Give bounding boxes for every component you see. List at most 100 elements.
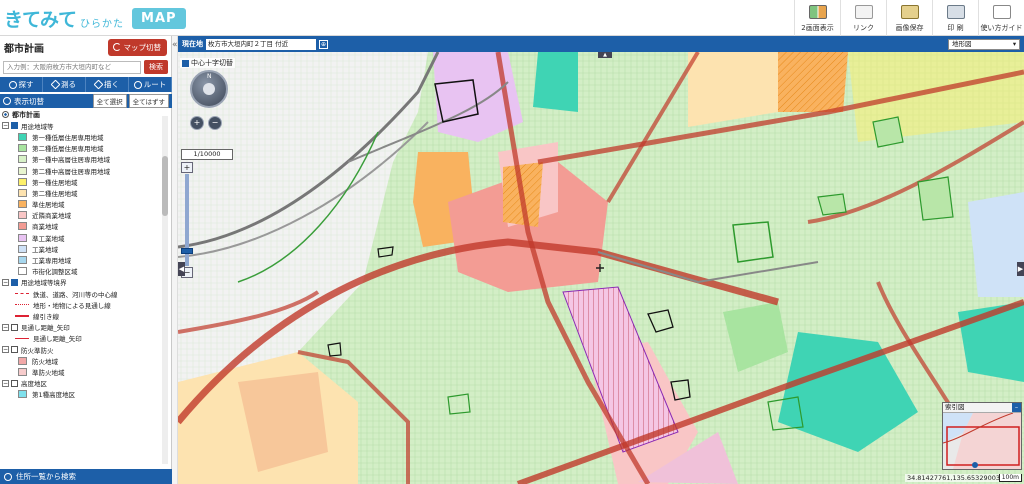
map-location-bar: 現在地 枚方市大垣内町２丁目 付近 ⊕ 地形図 ▾ [178,36,1024,52]
layer-checkbox[interactable] [11,122,18,130]
zoom-in-button[interactable]: + [181,162,193,173]
tree-collapse-icon[interactable]: − [2,122,9,130]
legend-item-label: 第二種中高層住居専用地域 [32,167,110,176]
legend-body: − 用途地域等 第一種低層住居専用地域 第二種低層住居専用地域 第一種中高層住居専用地域… [2,120,160,400]
search-tool-button[interactable]: 探す [0,77,43,92]
legend-item-label: 工業地域 [32,245,58,254]
legend-item: 工業専用地域 [2,254,160,265]
address-search-button[interactable]: 検索 [144,60,168,74]
search-icon [8,80,17,89]
legend-scroll-thumb[interactable] [162,156,168,216]
address-search-input[interactable] [3,60,141,74]
basemap-select[interactable]: 地形図 ▾ [948,38,1020,50]
legend-group-title: 用途地域等 [21,122,54,131]
double-chevron-left-icon: « [172,40,178,50]
center-cross-label: 中心十字切替 [191,59,233,67]
legend-item: 第二種低層住居専用地域 [2,143,160,154]
link-button[interactable]: リンク [840,0,886,36]
measure-tool-button[interactable]: 測る [43,77,86,92]
legend-item-label: 準防火地域 [32,368,65,377]
map-layer [178,52,1024,484]
pan-left-arrow-icon[interactable]: ◀ [178,262,185,276]
layer-checkbox[interactable] [11,379,18,387]
tree-collapse-icon[interactable]: − [2,379,9,387]
map-canvas[interactable]: 中心十字切替 ▲ N + − 1/10000 + − ◀ ▶ 索引図 – 34.… [178,52,1024,484]
legend-color-swatch [18,144,27,153]
legend-color-swatch [18,244,27,253]
north-label: N [207,73,212,80]
guide-button[interactable]: 使い方ガイド [978,0,1024,36]
legend-color-swatch [18,367,27,376]
tree-collapse-icon[interactable]: − [2,346,9,354]
current-location-label: 現在地 [182,40,203,48]
tree-collapse-icon[interactable]: − [2,278,9,286]
legend-group[interactable]: − 見通し距離_矢印 [2,322,160,333]
tree-collapse-icon[interactable]: − [2,323,9,331]
pan-right-arrow-icon[interactable]: ▶ [1017,262,1024,276]
legend-item: 商業地域 [2,221,160,232]
route-tool-button[interactable]: ルート [129,77,172,92]
guide-label: 使い方ガイド [980,24,1023,32]
logo-sub-text: ひらかた [80,18,125,30]
legend-line-swatch [15,304,29,306]
image-save-button[interactable]: 画像保存 [886,0,932,36]
legend-item-label: 第二種住居地域 [32,189,78,198]
print-button[interactable]: 印 刷 [932,0,978,36]
pan-up-arrow-icon[interactable]: ▲ [598,52,612,58]
overview-map-title: 索引図 [945,403,965,411]
legend-item-label: 近隣商業地域 [32,212,71,221]
legend-group-title: 見通し距離_矢印 [21,324,70,333]
gear-icon [3,97,11,105]
legend-root[interactable]: 都市計画 [2,109,160,120]
legend-scrollbar[interactable] [162,116,168,464]
map-switch-button[interactable]: マップ切替 [107,38,167,56]
overview-map[interactable]: 索引図 – [942,402,1022,470]
compass-center-icon [203,83,215,95]
legend-group[interactable]: − 高度地区 [2,378,160,389]
image-save-label: 画像保存 [895,24,924,32]
select-all-button[interactable]: 全て選択 [92,94,127,108]
zoom-slider[interactable]: + − [181,162,193,278]
legend-item: 準住居地域 [2,199,160,210]
layer-checkbox[interactable] [11,323,18,331]
zoom-out-magnifier-icon[interactable]: − [208,116,222,130]
legend-group-title: 用途地域等境界 [21,279,67,288]
pan-navigation-control[interactable]: N [190,70,228,108]
legend-item: 第一種中高層住居専用地域 [2,154,160,165]
app-logo[interactable]: きてみて ひらかた MAP [4,4,186,32]
legend-color-swatch [18,233,27,242]
layer-checkbox[interactable] [11,346,18,354]
zoom-in-magnifier-icon[interactable]: + [190,116,204,130]
zoom-slider-knob[interactable] [181,248,193,254]
legend-item: 工業地域 [2,243,160,254]
print-label: 印 刷 [947,24,964,32]
legend-item-label: 鉄道、道路、河川等の中心線 [33,290,118,299]
legend-group-title: 高度地区 [21,380,47,389]
measure-tool-label: 測る [61,80,76,89]
legend-item: 第一種低層住居専用地域 [2,131,160,142]
legend-item: 準工業地域 [2,232,160,243]
legend-item: 第二種中高層住居専用地域 [2,165,160,176]
legend-group[interactable]: − 用途地域等境界 [2,277,160,288]
locate-icon[interactable]: ⊕ [319,39,328,49]
refresh-icon [112,43,121,51]
legend-group[interactable]: − 用途地域等 [2,120,160,131]
legend-color-swatch [18,390,27,399]
legend-group[interactable]: − 防火準防火 [2,344,160,355]
center-cross-checkbox[interactable] [182,59,189,67]
legend-item: 第一種住居地域 [2,176,160,187]
dual-screen-button[interactable]: 2画面表示 [794,0,840,36]
minimize-icon[interactable]: – [1012,403,1021,412]
pen-icon [93,79,104,90]
address-search: 検索 [0,59,171,75]
layer-checkbox[interactable] [11,278,18,286]
draw-tool-button[interactable]: 描く [86,77,129,92]
deselect-all-button[interactable]: 全てはずす [128,94,169,108]
guide-icon [992,5,1011,19]
link-label: リンク [853,24,874,32]
legend-item-label: 準工業地域 [32,234,65,243]
header-toolbar: 2画面表示 リンク 画像保存 印 刷 使い方ガイド [794,0,1024,36]
overview-map-body[interactable] [943,413,1021,469]
center-cross-toggle[interactable]: 中心十字切替 [180,58,235,68]
address-list-search-button[interactable]: 住所一覧から検索 [0,469,172,484]
